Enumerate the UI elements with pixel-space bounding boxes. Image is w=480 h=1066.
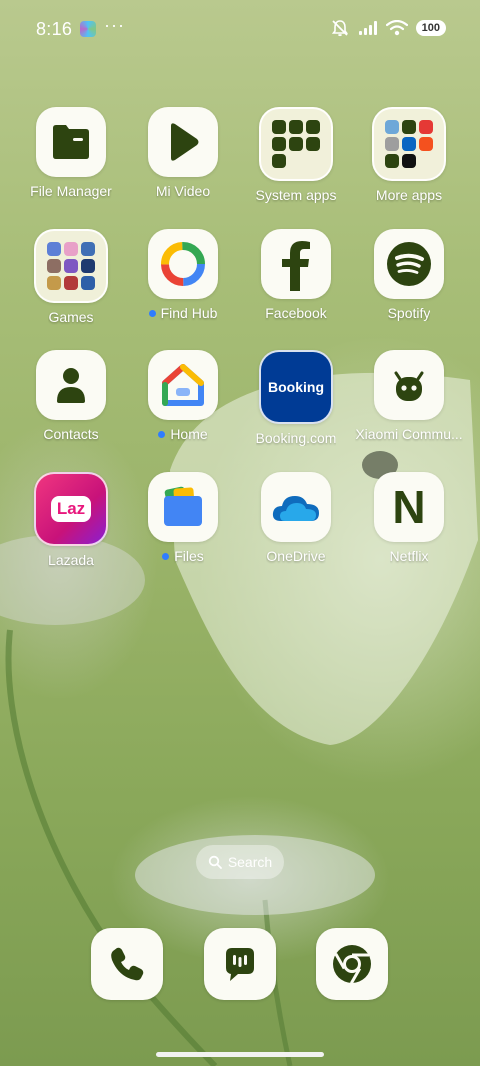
files-icon: [148, 472, 218, 542]
app-label: Files: [162, 548, 204, 564]
app-file-manager[interactable]: File Manager: [15, 107, 127, 199]
search-bar[interactable]: Search: [196, 845, 284, 879]
app-label: OneDrive: [266, 548, 326, 564]
dock-phone-app[interactable]: [91, 928, 163, 1000]
netflix-icon: N: [374, 472, 444, 542]
app-label: Lazada: [48, 552, 94, 568]
app-lazada[interactable]: Laz Lazada: [15, 472, 127, 568]
app-home[interactable]: Home: [127, 350, 239, 442]
app-label: Spotify: [387, 305, 431, 321]
app-files[interactable]: Files: [127, 472, 239, 564]
app-label: Home: [158, 426, 208, 442]
spotify-icon: [374, 229, 444, 299]
app-label: File Manager: [30, 183, 112, 199]
app-booking[interactable]: Booking Booking.com: [240, 350, 352, 446]
folder-more-apps[interactable]: More apps: [353, 107, 465, 203]
search-label: Search: [227, 854, 273, 870]
app-label: Booking.com: [255, 430, 337, 446]
notification-app-icon: [80, 21, 96, 37]
signal-icon: [358, 21, 377, 35]
onedrive-icon: [261, 472, 331, 542]
app-label: Facebook: [265, 305, 327, 321]
find-hub-icon: [148, 229, 218, 299]
facebook-icon: [261, 229, 331, 299]
contacts-icon: [36, 350, 106, 420]
app-facebook[interactable]: Facebook: [240, 229, 352, 321]
folder-icon: [36, 107, 106, 177]
more-notifications-icon: ···: [104, 15, 125, 35]
dock-chrome-app[interactable]: [316, 928, 388, 1000]
app-find-hub[interactable]: Find Hub: [127, 229, 239, 321]
app-label: Find Hub: [148, 305, 217, 321]
dock-messages-app[interactable]: [204, 928, 276, 1000]
chrome-icon: [333, 945, 371, 984]
update-dot: [158, 430, 166, 438]
status-icons: 100: [330, 18, 446, 38]
folder-icon: [34, 229, 108, 303]
app-label: Mi Video: [155, 183, 211, 199]
app-contacts[interactable]: Contacts: [15, 350, 127, 442]
mute-icon: [331, 20, 348, 37]
app-netflix[interactable]: N Netflix: [353, 472, 465, 564]
lazada-icon: Laz: [34, 472, 108, 546]
update-dot: [162, 552, 170, 560]
app-onedrive[interactable]: OneDrive: [240, 472, 352, 564]
xiaomi-community-icon: [374, 350, 444, 420]
update-dot: [148, 309, 156, 317]
battery-level: 100: [415, 20, 446, 36]
folder-icon: [259, 107, 333, 181]
app-label: More apps: [375, 187, 443, 203]
folder-games[interactable]: Games: [15, 229, 127, 325]
status-bar: 8:16 ··· 100: [0, 0, 480, 60]
phone-icon: [111, 947, 144, 981]
wifi-icon: [385, 20, 408, 36]
google-home-icon: [148, 350, 218, 420]
search-icon: [208, 855, 222, 869]
app-label: Games: [48, 309, 94, 325]
folder-icon: [372, 107, 446, 181]
booking-icon: Booking: [259, 350, 333, 424]
messages-icon: [226, 948, 254, 981]
folder-system-apps[interactable]: System apps: [240, 107, 352, 203]
app-label: Xiaomi Commu...: [355, 426, 463, 442]
app-label: System apps: [255, 187, 337, 203]
app-mi-video[interactable]: Mi Video: [127, 107, 239, 199]
status-time: 8:16: [36, 19, 73, 39]
app-spotify[interactable]: Spotify: [353, 229, 465, 321]
app-label: Contacts: [43, 426, 99, 442]
gesture-home-bar[interactable]: [156, 1052, 324, 1057]
app-label: Netflix: [389, 548, 429, 564]
play-icon: [148, 107, 218, 177]
app-xiaomi-community[interactable]: Xiaomi Commu...: [353, 350, 465, 442]
